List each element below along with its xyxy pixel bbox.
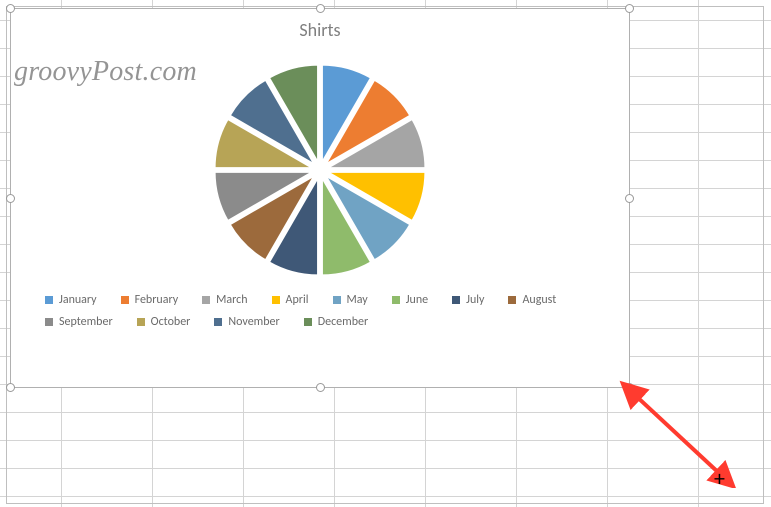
legend-item[interactable]: April — [272, 293, 309, 307]
legend-label: December — [318, 315, 368, 329]
legend-label: June — [406, 293, 428, 307]
resize-handle-e[interactable] — [625, 194, 634, 203]
legend-item[interactable]: June — [392, 293, 428, 307]
legend-label: March — [216, 293, 247, 307]
resize-handle-nw[interactable] — [6, 4, 15, 13]
legend-swatch — [272, 296, 280, 304]
legend-label: October — [151, 315, 191, 329]
legend-swatch — [214, 318, 222, 326]
legend-swatch — [45, 296, 53, 304]
chart-title[interactable]: Shirts — [11, 19, 629, 41]
resize-handle-ne[interactable] — [625, 4, 634, 13]
legend-item[interactable]: May — [333, 293, 368, 307]
pie-plot-area[interactable] — [11, 55, 629, 285]
legend-item[interactable]: November — [214, 315, 279, 329]
pie-chart — [205, 55, 435, 285]
chart-object[interactable]: Shirts JanuaryFebruaryMarchAprilMayJuneJ… — [10, 8, 630, 388]
legend-label: September — [59, 315, 113, 329]
legend-item[interactable]: July — [452, 293, 484, 307]
legend-label: November — [228, 315, 279, 329]
legend-swatch — [121, 296, 129, 304]
legend-item[interactable]: September — [45, 315, 113, 329]
legend-item[interactable]: February — [121, 293, 179, 307]
legend-swatch — [452, 296, 460, 304]
legend-item[interactable]: December — [304, 315, 368, 329]
legend-swatch — [333, 296, 341, 304]
legend-label: January — [59, 293, 97, 307]
legend-item[interactable]: March — [202, 293, 247, 307]
legend-item[interactable]: January — [45, 293, 97, 307]
legend-item[interactable]: October — [137, 315, 191, 329]
legend-swatch — [45, 318, 53, 326]
legend-swatch — [508, 296, 516, 304]
chart-legend[interactable]: January February March April May June July Augu… — [11, 285, 629, 339]
resize-handle-s[interactable] — [316, 383, 325, 392]
resize-handle-w[interactable] — [6, 194, 15, 203]
resize-handle-n[interactable] — [316, 4, 325, 13]
resize-handle-se[interactable] — [625, 383, 634, 392]
legend-swatch — [137, 318, 145, 326]
legend-label: February — [135, 293, 179, 307]
legend-label: May — [347, 293, 368, 307]
legend-swatch — [202, 296, 210, 304]
legend-swatch — [304, 318, 312, 326]
legend-label: July — [466, 293, 484, 307]
legend-swatch — [392, 296, 400, 304]
legend-label: April — [286, 293, 309, 307]
legend-label: August — [522, 293, 556, 307]
legend-item[interactable]: August — [508, 293, 556, 307]
resize-handle-sw[interactable] — [6, 383, 15, 392]
